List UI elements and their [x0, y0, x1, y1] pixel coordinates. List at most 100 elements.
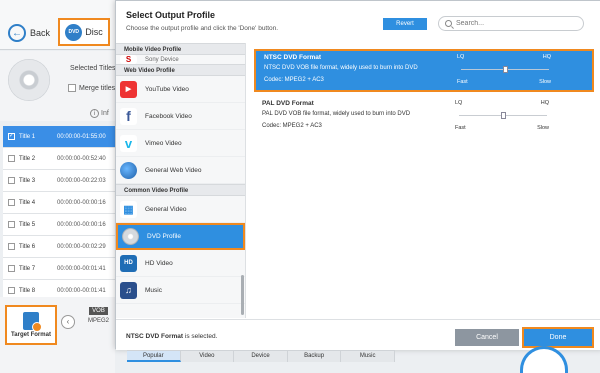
title-list: ✓ Title 1 00:00:00-01:55:00 Title 2 00:00:00… — [3, 126, 115, 302]
done-button[interactable]: Done — [522, 327, 594, 348]
info-icon: i — [90, 109, 99, 118]
dialog-footer: NTSC DVD Format is selected. Cancel Done — [116, 319, 600, 350]
disc-button[interactable]: DVD Disc — [58, 18, 110, 46]
hd-icon: HD — [120, 254, 137, 272]
category-item-label: YouTube Video — [145, 85, 189, 93]
category-item-dvd-profile[interactable]: DVD Profile — [116, 223, 245, 250]
title-row[interactable]: Title 2 00:00:00-00:52:40 — [3, 148, 115, 170]
profile-tabbar: Popular Video Device Backup Music — [127, 350, 395, 362]
tab-device[interactable]: Device — [234, 351, 288, 362]
tab-music[interactable]: Music — [341, 351, 395, 362]
selection-status: NTSC DVD Format is selected. — [126, 333, 217, 340]
disc-info-panel: Selected Titles Merge titles i Inf — [0, 51, 116, 121]
quality-slider[interactable]: LQ HQ Fast Slow — [457, 54, 555, 90]
title-row[interactable]: Title 6 00:00:00-00:02:29 — [3, 236, 115, 258]
info-link[interactable]: i Inf — [90, 109, 109, 118]
merge-titles-option[interactable]: Merge titles — [68, 84, 115, 92]
disc-label: Disc — [85, 27, 103, 37]
target-format-label: Target Format — [11, 332, 51, 338]
category-item-youtube[interactable]: ▶ YouTube Video — [116, 76, 245, 103]
title-name: Title 4 — [19, 199, 36, 206]
category-scrollbar[interactable] — [241, 275, 244, 315]
dvd-disc-icon: DVD — [65, 23, 83, 41]
category-item-music[interactable]: ♫ Music — [116, 277, 245, 304]
youtube-icon: ▶ — [120, 80, 137, 98]
speed-slow-label: Slow — [537, 125, 549, 131]
target-format-button[interactable]: Target Format — [5, 305, 57, 345]
music-icon: ♫ — [120, 281, 137, 299]
speed-fast-label: Fast — [455, 125, 466, 131]
title-duration: 00:00:00-01:55:00 — [57, 133, 106, 140]
quality-slider[interactable]: LQ HQ Fast Slow — [455, 100, 553, 136]
merge-titles-label: Merge titles — [79, 84, 116, 92]
title-row[interactable]: ✓ Title 1 00:00:00-01:55:00 — [3, 126, 115, 148]
title-name: Title 5 — [19, 221, 36, 228]
category-item-general-video[interactable]: ▦ General Video — [116, 196, 245, 223]
title-name: Title 1 — [19, 133, 36, 140]
quality-hq-label: HQ — [540, 100, 549, 106]
category-panel: Mobile Video Profile S Sony Device Web V… — [116, 43, 246, 318]
globe-icon — [120, 161, 137, 179]
title-checkbox[interactable] — [8, 243, 15, 250]
title-duration: 00:00:00-00:52:40 — [57, 155, 106, 162]
selected-profile-name: NTSC DVD Format — [126, 333, 184, 340]
category-item-hd-video[interactable]: HD HD Video — [116, 250, 245, 277]
sony-icon: S — [120, 55, 137, 64]
category-item-facebook[interactable]: f Facebook Video — [116, 103, 245, 130]
vob-tag: VOB — [89, 307, 108, 315]
title-duration: 00:00:00-00:02:29 — [57, 243, 106, 250]
dvd-icon — [122, 228, 139, 245]
title-checkbox[interactable] — [8, 155, 15, 162]
selected-titles-label: Selected Titles — [70, 65, 116, 72]
category-item-general-web[interactable]: General Web Video — [116, 157, 245, 184]
title-checkbox[interactable]: ✓ — [8, 133, 15, 140]
title-duration: 00:00:00-00:01:41 — [57, 287, 106, 294]
title-checkbox[interactable] — [8, 265, 15, 272]
cancel-button[interactable]: Cancel — [455, 329, 519, 346]
info-label: Inf — [101, 110, 109, 117]
back-button[interactable]: ← Back — [8, 22, 50, 44]
format-settings-icon — [23, 312, 42, 332]
profile-list: NTSC DVD Format NTSC DVD VOB file format,… — [254, 49, 594, 145]
merge-checkbox[interactable] — [68, 84, 76, 92]
tab-backup[interactable]: Backup — [288, 351, 342, 362]
profile-card[interactable]: NTSC DVD Format NTSC DVD VOB file format,… — [254, 49, 594, 92]
quality-thumb[interactable] — [503, 66, 508, 73]
title-row[interactable]: Title 7 00:00:00-00:01:41 — [3, 258, 115, 280]
quality-thumb[interactable] — [501, 112, 506, 119]
quality-lq-label: LQ — [457, 54, 465, 60]
dialog-title: Select Output Profile — [126, 10, 216, 20]
search-input[interactable] — [456, 20, 576, 27]
tab-video[interactable]: Video — [181, 351, 235, 362]
title-checkbox[interactable] — [8, 221, 15, 228]
title-name: Title 7 — [19, 265, 36, 272]
title-row[interactable]: Title 3 00:00:00-00:22:03 — [3, 170, 115, 192]
title-duration: 00:00:00-00:00:16 — [57, 199, 106, 206]
category-item-label: Music — [145, 286, 162, 294]
chevron-left-icon[interactable]: ‹ — [61, 315, 75, 329]
quality-track[interactable] — [459, 112, 547, 119]
category-item-label: Facebook Video — [145, 112, 192, 120]
tab-popular[interactable]: Popular — [127, 351, 181, 362]
quality-hq-label: HQ — [542, 54, 551, 60]
title-name: Title 8 — [19, 287, 36, 294]
disc-artwork — [8, 59, 50, 101]
revert-button[interactable]: Revert — [383, 18, 427, 30]
category-header-web: Web Video Profile — [116, 64, 245, 76]
category-item-vimeo[interactable]: v Vimeo Video — [116, 130, 245, 157]
title-checkbox[interactable] — [8, 199, 15, 206]
title-row[interactable]: Title 4 00:00:00-00:00:16 — [3, 192, 115, 214]
dialog-header: Select Output Profile Choose the output … — [116, 1, 600, 43]
title-name: Title 3 — [19, 177, 36, 184]
speed-fast-label: Fast — [457, 79, 468, 85]
search-box[interactable] — [438, 16, 584, 31]
title-checkbox[interactable] — [8, 177, 15, 184]
title-row[interactable]: Title 5 00:00:00-00:00:16 — [3, 214, 115, 236]
quality-track[interactable] — [461, 66, 549, 73]
category-header-mobile: Mobile Video Profile — [116, 43, 245, 55]
title-checkbox[interactable] — [8, 287, 15, 294]
category-item-sony[interactable]: S Sony Device — [116, 55, 245, 64]
profile-card[interactable]: PAL DVD Format PAL DVD VOB file format, w… — [254, 97, 594, 140]
dialog-subtitle: Choose the output profile and click the … — [126, 25, 279, 32]
selection-status-suffix: is selected. — [183, 333, 218, 340]
